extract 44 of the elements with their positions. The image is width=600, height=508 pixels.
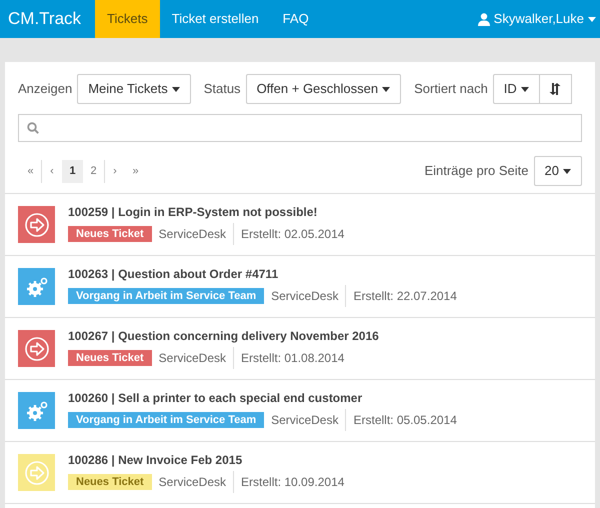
caret-icon [588, 16, 596, 22]
page-link[interactable]: › [104, 160, 125, 182]
page-link[interactable]: « [20, 160, 41, 182]
filter-label: Anzeigen [18, 80, 72, 98]
status-label: Neues Ticket [68, 350, 152, 366]
page-link[interactable]: 1 [62, 160, 83, 182]
created-date: Erstellt: 05.05.2014 [353, 412, 457, 429]
caret-icon [563, 168, 571, 174]
filter-label: Status [204, 80, 241, 98]
show-dropdown[interactable]: Meine Tickets [77, 74, 191, 104]
page-link[interactable]: 2 [83, 160, 104, 182]
status-label: Neues Ticket [68, 226, 152, 242]
status-label: Vorgang in Arbeit im Service Team [68, 288, 264, 304]
status-label: Neues Ticket [68, 474, 152, 490]
ticket-title[interactable]: 100286 | New Invoice Feb 2015 [68, 452, 344, 468]
created-date: Erstellt: 01.08.2014 [241, 350, 344, 367]
queue-name: ServiceDesk [158, 471, 234, 493]
created-date: Erstellt: 22.07.2014 [353, 288, 457, 305]
status-dropdown[interactable]: Offen + Geschlossen [246, 74, 402, 104]
status-label: Vorgang in Arbeit im Service Team [68, 412, 264, 428]
ticket-title[interactable]: 100263 | Question about Order #4711 [68, 266, 457, 282]
nav-tab[interactable]: Tickets [95, 0, 160, 38]
sort-dropdown[interactable]: ID [492, 74, 540, 104]
per-page-label: Einträge pro Seite [424, 162, 529, 180]
queue-name: ServiceDesk [158, 347, 234, 369]
queue-name: ServiceDesk [158, 223, 234, 245]
sort-order-button[interactable] [540, 74, 572, 104]
per-page-dropdown[interactable]: 20 [534, 156, 582, 186]
ticket-title[interactable]: 100267 | Question concerning delivery November 2016 [68, 328, 379, 344]
caret-icon [520, 86, 529, 92]
sort-icon [549, 83, 562, 95]
search-icon [27, 122, 39, 134]
ticket-title[interactable]: 100260 | Sell a printer to each special end customer [68, 390, 457, 406]
created-date: Erstellt: 10.09.2014 [241, 474, 344, 491]
search-field[interactable] [18, 114, 582, 142]
ticket-title[interactable]: 100259 | Login in ERP-System not possible! [68, 204, 344, 220]
queue-name: ServiceDesk [271, 285, 346, 307]
queue-name: ServiceDesk [271, 409, 346, 431]
filter-label: Sortiert nach [414, 80, 488, 98]
user-icon [478, 12, 490, 26]
caret-icon [382, 86, 390, 92]
created-date: Erstellt: 02.05.2014 [241, 226, 344, 243]
caret-icon [172, 86, 180, 92]
page-link[interactable]: » [125, 160, 146, 182]
